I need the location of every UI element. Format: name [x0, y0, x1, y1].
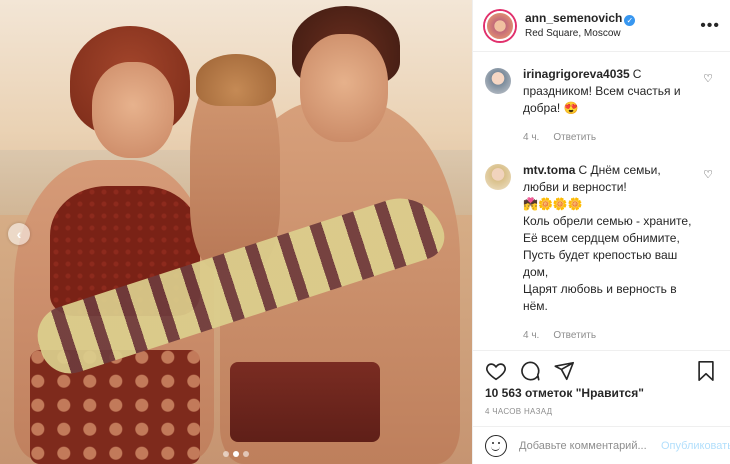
comment-time[interactable]: 4 ч. [523, 330, 539, 341]
comment-line: 💏🌼🌼🌼 [523, 197, 583, 211]
share-icon[interactable] [553, 360, 575, 382]
comment-line: Пусть будет крепостью ваш дом, [523, 248, 678, 279]
comments-list[interactable]: irinagrigoreva4035 С праздником! Всем сча… [473, 58, 730, 348]
publish-button[interactable]: Опубликовать [661, 440, 730, 452]
comment-item: mtv.toma С Днём семьи, любви и верности! 💏… [473, 154, 730, 344]
comment-text: irinagrigoreva4035 С праздником! Всем сча… [523, 66, 699, 117]
carousel-dot [243, 451, 249, 457]
comment-like-heart-icon[interactable]: ♡ [703, 72, 713, 85]
comment-text: mtv.toma С Днём семьи, любви и верности! 💏… [523, 162, 699, 315]
comment-body: mtv.toma С Днём семьи, любви и верности! 💏… [523, 154, 699, 344]
more-options-icon[interactable]: ••• [700, 17, 720, 35]
commenter-username[interactable]: mtv.toma [523, 163, 575, 177]
comment-line: Коль обрели семью - храните, [523, 214, 692, 228]
add-comment-bar: Опубликовать [473, 426, 730, 464]
commenter-username[interactable]: irinagrigoreva4035 [523, 67, 630, 81]
heart-icon[interactable] [485, 360, 507, 382]
comment-time[interactable]: 4 ч. [523, 132, 539, 143]
post-header: ann_semenovich ✓ Red Square, Moscow ••• [473, 0, 730, 52]
carousel-indicator [0, 451, 472, 457]
author-username[interactable]: ann_semenovich [525, 11, 622, 25]
photo-child-hair [196, 54, 276, 106]
photo-man-face [300, 34, 388, 142]
photo-woman-face [92, 62, 174, 158]
carousel-prev-button[interactable]: ‹ [8, 223, 30, 245]
verified-badge-icon: ✓ [624, 14, 636, 26]
post-actions [473, 350, 730, 390]
comment-body: irinagrigoreva4035 С праздником! Всем сча… [523, 58, 699, 146]
reply-button[interactable]: Ответить [553, 330, 596, 341]
chevron-left-icon: ‹ [16, 226, 22, 242]
post-location[interactable]: Red Square, Moscow [525, 26, 700, 42]
comment-line: Царят любовь и верность в нём. [523, 282, 677, 313]
comment-icon[interactable] [519, 360, 541, 382]
photo-man-trunks [230, 362, 380, 442]
comment-like-heart-icon[interactable]: ♡ [703, 168, 713, 181]
commenter-avatar[interactable] [485, 68, 511, 94]
comment-item: irinagrigoreva4035 С праздником! Всем сча… [473, 58, 730, 146]
comment-input[interactable] [519, 439, 661, 452]
commenter-avatar[interactable] [485, 164, 511, 190]
carousel-dot [233, 451, 239, 457]
reply-button[interactable]: Ответить [553, 132, 596, 143]
likes-count[interactable]: 10 563 отметок "Нравится" [485, 386, 644, 400]
carousel-dot [223, 451, 229, 457]
comment-line: Её всем сердцем обнимите, [523, 231, 680, 245]
comment-meta: 4 ч. Ответить [523, 129, 699, 146]
comment-meta: 4 ч. Ответить [523, 327, 699, 344]
author-avatar[interactable] [485, 10, 515, 41]
post-photo: ‹ [0, 0, 472, 464]
post-timestamp[interactable]: 4 ЧАСОВ НАЗАД [485, 407, 552, 416]
post-sidebar: ann_semenovich ✓ Red Square, Moscow ••• i… [472, 0, 730, 464]
emoji-icon[interactable] [485, 434, 507, 457]
bookmark-icon[interactable] [695, 360, 717, 382]
